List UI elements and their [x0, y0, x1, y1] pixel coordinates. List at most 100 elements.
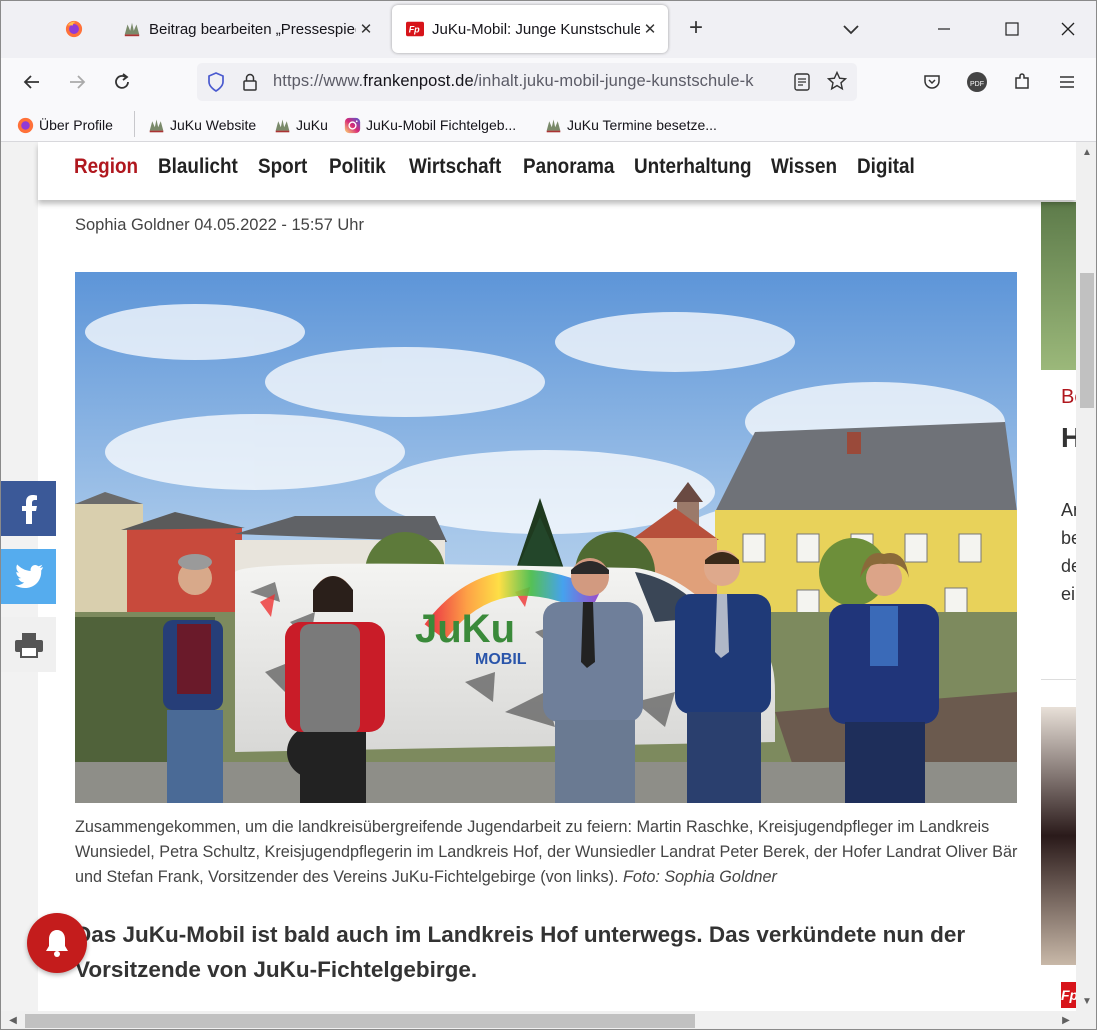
frankenpost-logo-icon: Fp [406, 21, 424, 37]
menu-item-wirtschaft[interactable]: Wirtschaft [409, 155, 501, 179]
tracking-protection-shield-icon[interactable] [207, 72, 225, 92]
print-button[interactable] [1, 617, 56, 672]
firefox-icon [17, 117, 34, 133]
article-photo[interactable]: JuKu MOBIL [75, 272, 1017, 803]
menu-item-panorama[interactable]: Panorama [523, 155, 614, 179]
list-all-tabs-icon[interactable] [839, 17, 863, 41]
page-viewport: Region Blaulicht Sport Politik Wirtschaf… [1, 142, 1076, 1011]
url-path: /inhalt.juku-mobil-junge-kunstschule-k [473, 72, 754, 90]
close-tab-icon[interactable]: ✕ [640, 20, 660, 38]
close-tab-icon[interactable]: ✕ [356, 20, 376, 38]
back-button[interactable] [17, 67, 47, 97]
browser-window: Beitrag bearbeiten „Pressespiegel“ ‹ JuK… [0, 0, 1097, 1030]
horizontal-scrollbar-thumb[interactable] [25, 1014, 695, 1028]
bookmark-separator [134, 111, 135, 137]
pdf-extension-button[interactable]: PDF [962, 67, 992, 97]
menu-item-sport[interactable]: Sport [258, 155, 307, 179]
menu-item-region[interactable]: Region [74, 155, 138, 179]
forward-button[interactable] [62, 67, 92, 97]
extensions-button[interactable] [1007, 67, 1037, 97]
menu-item-digital[interactable]: Digital [857, 155, 915, 179]
bookmarks-toolbar: Über Profile JuKu Website JuKu JuKu-Mobi… [1, 106, 1096, 142]
puzzle-icon [1015, 73, 1029, 89]
article-lead: Das JuKu-Mobil ist bald auch im Landkrei… [75, 922, 966, 982]
bookmark-label: JuKu-Mobil Fichtelgeb... [366, 117, 517, 133]
push-notification-button[interactable] [27, 913, 87, 973]
frankenpost-logo: Fp [1061, 982, 1076, 1008]
app-menu-button[interactable] [1052, 67, 1082, 97]
bookmark-juku-mobil-instagram[interactable]: JuKu-Mobil Fichtelgeb... [344, 116, 516, 134]
bookmark-label: JuKu [296, 117, 328, 133]
site-navigation-menu: Region Blaulicht Sport Politik Wirtschaf… [38, 142, 1076, 200]
menu-item-politik[interactable]: Politik [329, 155, 386, 179]
van-logo-text: JuKu [415, 607, 515, 651]
reader-view-icon[interactable] [793, 72, 811, 92]
bookmark-label: JuKu Website [170, 117, 257, 133]
facebook-share-button[interactable] [1, 481, 56, 536]
sidebar-teaser-line: An [1061, 500, 1076, 520]
van-logo-subtext: MOBIL [475, 651, 527, 668]
scroll-left-arrow-icon[interactable]: ◀ [6, 1015, 20, 1026]
tab-beitrag-bearbeiten[interactable]: Beitrag bearbeiten „Pressespiegel“ ‹ JuK… [109, 5, 384, 53]
sidebar-teaser-line: de [1061, 556, 1076, 576]
bookmark-juku[interactable]: JuKu [274, 116, 328, 134]
bookmark-ueber-profile[interactable]: Über Profile [17, 116, 113, 134]
reload-button[interactable] [107, 67, 137, 97]
sidebar-teaser-image-2[interactable] [1041, 707, 1076, 965]
caption-text: Zusammengekommen, um die landkreisübergr… [75, 818, 1018, 886]
firefox-icon [65, 20, 83, 38]
juku-logo-icon [124, 22, 140, 37]
maximize-button[interactable] [997, 15, 1027, 43]
facebook-icon [21, 494, 37, 524]
tab-firefox-view[interactable] [51, 5, 106, 53]
twitter-icon [14, 564, 43, 588]
article-byline: Sophia Goldner 04.05.2022 - 15:57 Uhr [75, 216, 364, 234]
scroll-down-arrow-icon[interactable]: ▼ [1080, 996, 1094, 1007]
forward-arrow-icon [70, 75, 86, 89]
menu-item-wissen[interactable]: Wissen [771, 155, 837, 179]
new-tab-button[interactable]: + [683, 15, 709, 41]
sidebar-teaser-line: ei [1061, 584, 1076, 604]
close-window-button[interactable] [1053, 15, 1083, 43]
vertical-scrollbar-thumb[interactable] [1080, 273, 1094, 408]
tab-label: JuKu-Mobil: Junge Kunstschule Hof [432, 20, 640, 38]
printer-icon [14, 632, 43, 658]
bookmark-juku-termine[interactable]: JuKu Termine besetze... [545, 116, 717, 134]
svg-text:Fp: Fp [409, 25, 420, 35]
hamburger-menu-icon [1060, 76, 1074, 88]
bookmark-star-icon[interactable] [827, 71, 847, 91]
menu-item-unterhaltung[interactable]: Unterhaltung [634, 155, 752, 179]
tab-strip: Beitrag bearbeiten „Pressespiegel“ ‹ JuK… [1, 1, 1096, 58]
photo-credit: Foto: Sophia Goldner [622, 868, 777, 886]
bookmark-juku-website[interactable]: JuKu Website [148, 116, 256, 134]
bookmark-label: JuKu Termine besetze... [567, 117, 717, 133]
bell-icon [46, 930, 68, 957]
instagram-icon [344, 117, 361, 133]
scroll-right-arrow-icon[interactable]: ▶ [1059, 1015, 1073, 1026]
tab-juku-mobil-active[interactable]: Fp JuKu-Mobil: Junge Kunstschule Hof ✕ [392, 5, 668, 53]
back-arrow-icon [23, 75, 39, 89]
minimize-button[interactable] [929, 15, 959, 43]
reload-icon [115, 73, 129, 89]
sidebar-teaser-card[interactable] [1041, 370, 1076, 680]
url-text[interactable]: https://www.frankenpost.de/inhalt.juku-m… [273, 72, 783, 91]
juku-logo-icon [275, 119, 290, 132]
sidebar-teaser-title[interactable]: H [1061, 422, 1076, 454]
bookmark-label: Über Profile [39, 117, 113, 133]
twitter-share-button[interactable] [1, 549, 56, 604]
pocket-icon [924, 75, 940, 89]
url-prefix: https://www. [273, 72, 364, 90]
sidebar-teaser-kicker[interactable]: Be [1061, 386, 1076, 409]
pocket-button[interactable] [917, 67, 947, 97]
lock-icon[interactable] [241, 72, 259, 92]
tab-label: Beitrag bearbeiten „Pressespiegel“ ‹ JuK… [149, 20, 356, 38]
svg-text:PDF: PDF [970, 81, 984, 88]
menu-item-blaulicht[interactable]: Blaulicht [158, 155, 238, 179]
juku-logo-icon [149, 119, 164, 132]
juku-logo-icon [546, 119, 561, 132]
url-host: frankenpost.de [363, 72, 474, 90]
scroll-up-arrow-icon[interactable]: ▲ [1080, 147, 1094, 158]
sidebar-teaser-line: be [1061, 528, 1076, 548]
photo-caption: Zusammengekommen, um die landkreisübergr… [75, 815, 1021, 890]
sidebar-teaser-image[interactable] [1041, 202, 1076, 370]
